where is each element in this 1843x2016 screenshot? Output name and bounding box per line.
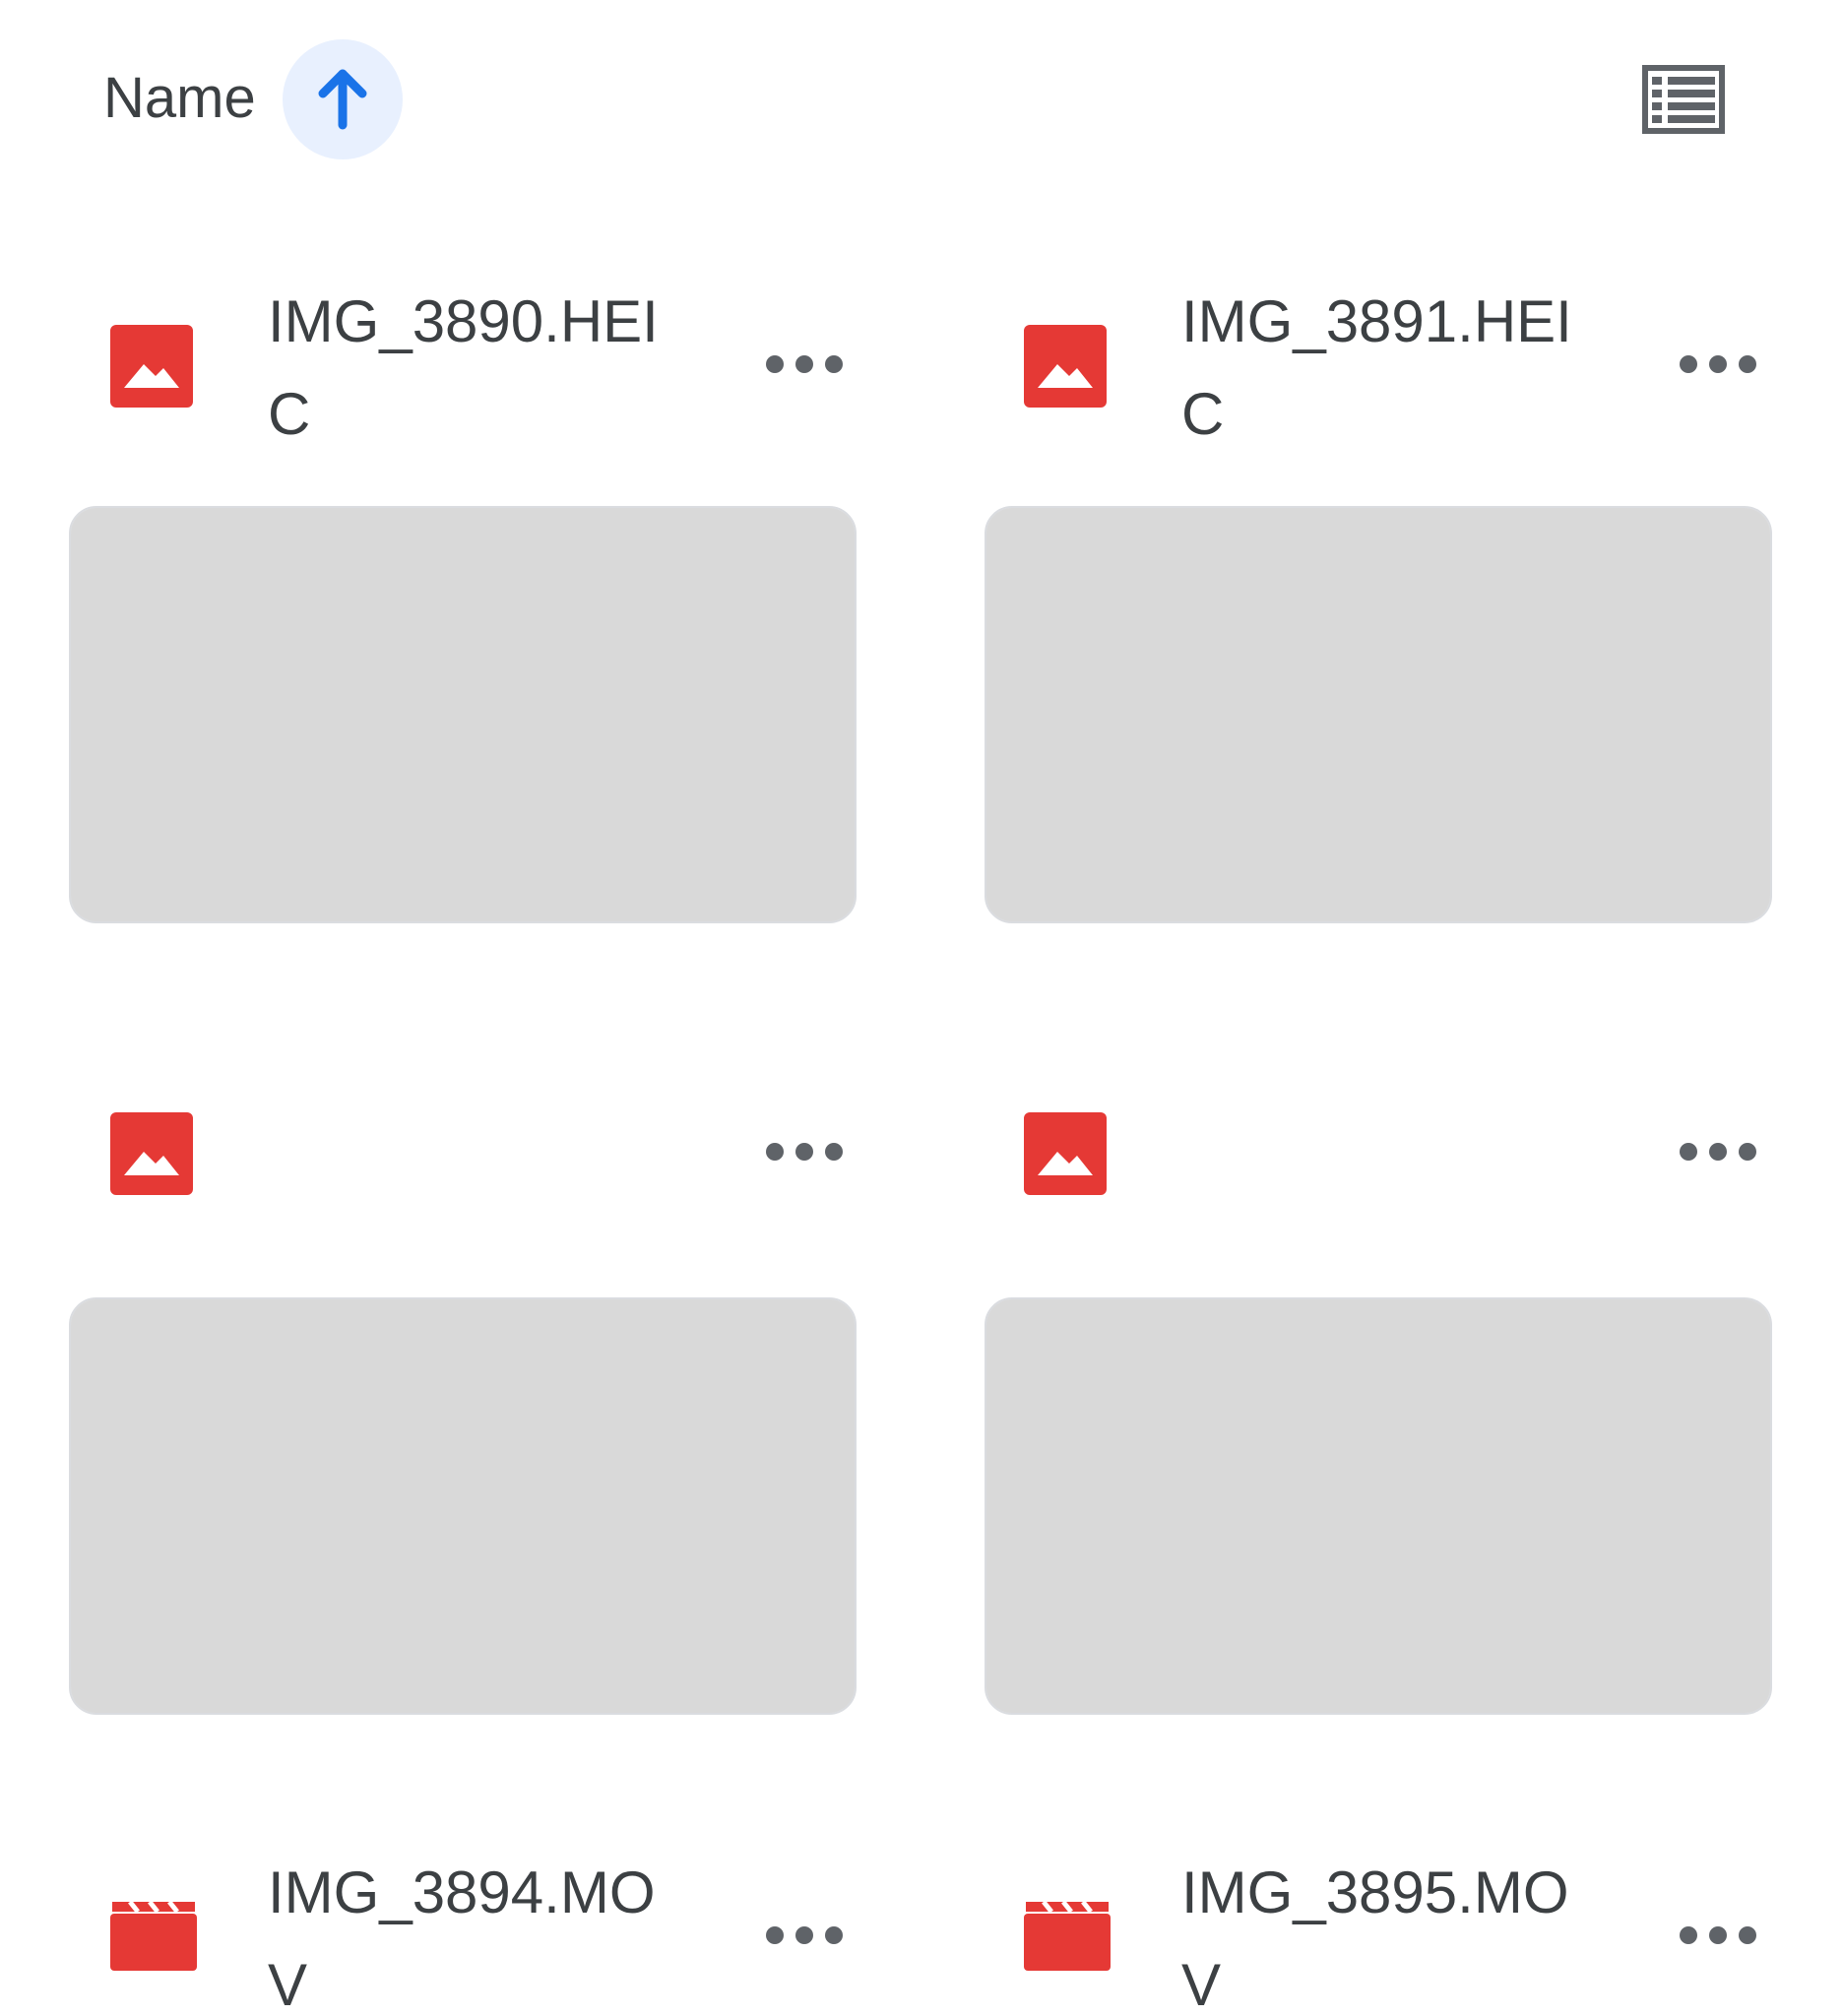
more-options-button[interactable] [1674, 1906, 1762, 1965]
file-item-header[interactable]: IMG_3890.HEIC [110, 266, 898, 482]
more-options-button[interactable] [760, 335, 849, 394]
sort-by-name-label[interactable]: Name [103, 65, 256, 131]
file-item-header[interactable]: IMG_3895.MOV [1024, 1837, 1811, 2016]
file-item-header[interactable] [110, 1053, 898, 1270]
file-thumbnail[interactable] [985, 506, 1772, 923]
image-file-icon [110, 1112, 193, 1195]
sort-bar: Name [0, 0, 1843, 197]
image-file-icon [1024, 325, 1107, 408]
arrow-up-icon [318, 69, 367, 130]
more-options-button[interactable] [760, 1122, 849, 1181]
more-horizontal-icon [1680, 1143, 1697, 1161]
file-item-header[interactable]: IMG_3894.MOV [110, 1837, 898, 2016]
file-name[interactable]: IMG_3894.MOV [268, 1847, 662, 2016]
more-horizontal-icon [766, 1926, 784, 1944]
more-horizontal-icon [766, 355, 784, 373]
thumbnail-placeholder [71, 1299, 855, 1713]
sort-direction-button[interactable] [283, 39, 403, 159]
video-file-icon [110, 1900, 197, 1971]
image-file-icon [110, 325, 193, 408]
image-file-icon [1024, 1112, 1107, 1195]
more-options-button[interactable] [760, 1906, 849, 1965]
file-item-header[interactable] [1024, 1053, 1811, 1270]
more-horizontal-icon [766, 1143, 784, 1161]
more-options-button[interactable] [1674, 1122, 1762, 1181]
file-thumbnail[interactable] [985, 1297, 1772, 1715]
list-view-toggle-button[interactable] [1642, 65, 1725, 134]
file-item-header[interactable]: IMG_3891.HEIC [1024, 266, 1811, 482]
thumbnail-placeholder [986, 508, 1770, 921]
more-options-button[interactable] [1674, 335, 1762, 394]
list-view-icon [1642, 65, 1725, 134]
file-thumbnail[interactable] [69, 506, 857, 923]
more-horizontal-icon [1680, 355, 1697, 373]
file-name[interactable]: IMG_3890.HEIC [268, 276, 662, 461]
file-thumbnail[interactable] [69, 1297, 857, 1715]
thumbnail-placeholder [71, 508, 855, 921]
file-name[interactable]: IMG_3895.MOV [1181, 1847, 1575, 2016]
more-horizontal-icon [1680, 1926, 1697, 1944]
video-file-icon [1024, 1900, 1111, 1971]
file-name[interactable]: IMG_3891.HEIC [1181, 276, 1575, 461]
thumbnail-placeholder [986, 1299, 1770, 1713]
